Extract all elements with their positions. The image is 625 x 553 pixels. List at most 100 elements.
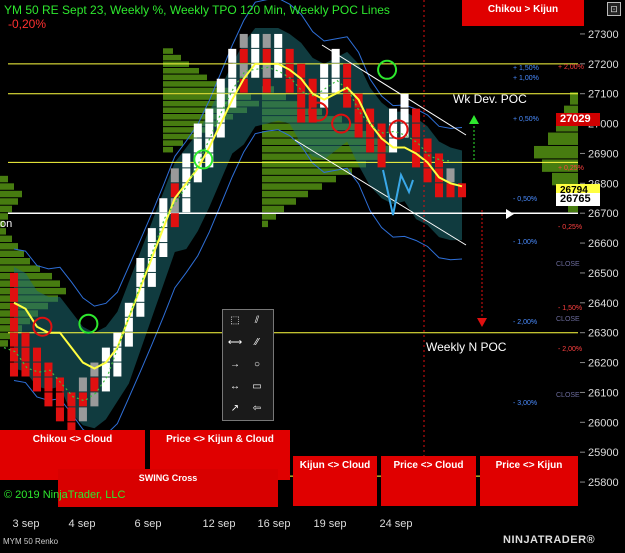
chart-title: YM 50 RE Sept 23, Weekly %, Weekly TPO 1… — [4, 3, 390, 17]
label-wk-dev-poc: Wk Dev. POC — [453, 92, 527, 106]
extended-line-icon[interactable]: ↔ — [226, 380, 244, 394]
x-tick-label: 6 sep — [135, 518, 162, 530]
renko-brick — [9, 287, 19, 302]
parallel-lines-icon[interactable]: ⫽ — [248, 314, 266, 328]
renko-brick — [216, 93, 225, 108]
arrow-icon[interactable]: ↗ — [226, 402, 244, 416]
chart-subtitle: -0,20% — [8, 17, 47, 31]
renko-brick — [435, 153, 444, 168]
renko-brick — [446, 183, 455, 198]
renko-brick — [435, 168, 444, 183]
y-tick-label: 25900 — [588, 447, 619, 459]
x-tick-label: 3 sep — [13, 518, 40, 530]
renko-brick — [297, 93, 306, 108]
x-tick-label: 24 sep — [379, 518, 412, 530]
ray-icon[interactable]: ⁄⁄ — [248, 336, 266, 350]
line-icon[interactable]: ⟷ — [226, 336, 244, 350]
renko-brick — [354, 108, 363, 123]
renko-brick — [423, 168, 432, 183]
y-tick-label: 26500 — [588, 268, 619, 280]
tpo-profile-mid-bar — [163, 48, 173, 54]
tpo-profile-weekly-bar — [262, 190, 308, 198]
x-tick-label: 4 sep — [69, 518, 96, 530]
renko-brick — [147, 272, 156, 287]
renko-brick — [262, 48, 271, 63]
renko-brick — [159, 198, 168, 213]
drawing-toolbox[interactable]: ⬚ ⫽ ⟷ ⁄⁄ → ○ ↔ ▭ ↗ ⇦ — [222, 309, 274, 421]
renko-brick — [21, 332, 30, 347]
renko-brick — [55, 377, 64, 392]
tpo-profile-weekly-bar — [262, 175, 336, 183]
badge-swing-cross: SWING Cross — [58, 469, 278, 507]
renko-brick — [216, 78, 225, 93]
tpo-profile-weekly-bar — [262, 198, 296, 205]
label-left-on: on — [0, 218, 12, 230]
tpo-profile-left-bar — [0, 183, 14, 190]
tpo-profile-left-bar — [0, 340, 8, 347]
renko-brick — [205, 108, 214, 123]
renko-brick — [32, 377, 41, 392]
y-tick-label: 26300 — [588, 328, 619, 340]
renko-brick — [274, 33, 283, 48]
renko-brick — [285, 48, 294, 63]
pct-label: + 1,00% — [513, 75, 539, 82]
renko-brick — [239, 33, 248, 48]
renko-brick — [44, 377, 53, 392]
arrow-line-icon[interactable]: → — [226, 358, 244, 372]
maximize-icon[interactable]: ⊡ — [607, 2, 621, 16]
text-icon[interactable]: ⇦ — [248, 402, 266, 416]
y-tick-label: 25800 — [588, 477, 619, 489]
y-tick-label: 26400 — [588, 298, 619, 310]
renko-brick — [32, 362, 41, 377]
x-tick-label: 16 sep — [257, 518, 290, 530]
renko-brick — [343, 63, 352, 78]
renko-brick — [366, 138, 375, 153]
renko-brick — [412, 108, 421, 123]
renko-brick — [354, 123, 363, 138]
select-rect-icon[interactable]: ⬚ — [226, 314, 244, 328]
renko-brick — [320, 63, 329, 78]
pct-label: - 2,00% — [513, 319, 537, 326]
renko-brick — [44, 392, 53, 407]
tpo-profile-weekly-bar — [262, 183, 322, 190]
renko-brick — [67, 392, 76, 407]
renko-brick — [435, 183, 444, 198]
renko-brick — [331, 78, 340, 93]
target-up-arrow — [469, 115, 479, 124]
renko-brick — [262, 63, 271, 78]
tpo-profile-left-bar — [0, 190, 22, 198]
price-tag-current: 27029 — [556, 113, 600, 126]
tpo-profile-mid-bar — [163, 140, 183, 146]
renko-brick — [193, 123, 202, 138]
renko-brick — [228, 63, 237, 78]
renko-brick — [90, 377, 99, 392]
tpo-profile-left-bar — [0, 205, 12, 213]
renko-brick — [136, 302, 145, 317]
ellipse-icon[interactable]: ○ — [248, 358, 266, 372]
tpo-profile-mid-bar — [163, 54, 181, 61]
tpo-profile-left-bar — [0, 235, 12, 243]
renko-brick — [412, 138, 421, 153]
tpo-profile-mid-bar — [163, 146, 173, 153]
y-tick-label: 26700 — [588, 208, 619, 220]
renko-brick — [136, 258, 145, 272]
x-tick-label: 19 sep — [313, 518, 346, 530]
copyright-text: © 2019 NinjaTrader, LLC — [4, 489, 126, 501]
renko-brick — [124, 332, 133, 347]
rectangle-icon[interactable]: ▭ — [248, 380, 266, 394]
renko-brick — [228, 48, 237, 63]
renko-brick — [55, 407, 64, 422]
renko-brick — [67, 407, 76, 422]
renko-brick — [101, 377, 110, 392]
tpo-profile-left-bar — [0, 250, 24, 257]
renko-brick — [274, 48, 283, 63]
renko-brick — [21, 347, 30, 362]
pct-label: - 0,50% — [513, 196, 537, 203]
tpo-profile-mid-bar — [163, 133, 197, 140]
renko-brick — [182, 153, 191, 168]
renko-brick — [170, 213, 179, 228]
renko-brick — [251, 33, 260, 48]
pct-label: + 0,50% — [513, 116, 539, 123]
pct-label: - 3,00% — [513, 400, 537, 407]
renko-brick — [78, 407, 87, 422]
